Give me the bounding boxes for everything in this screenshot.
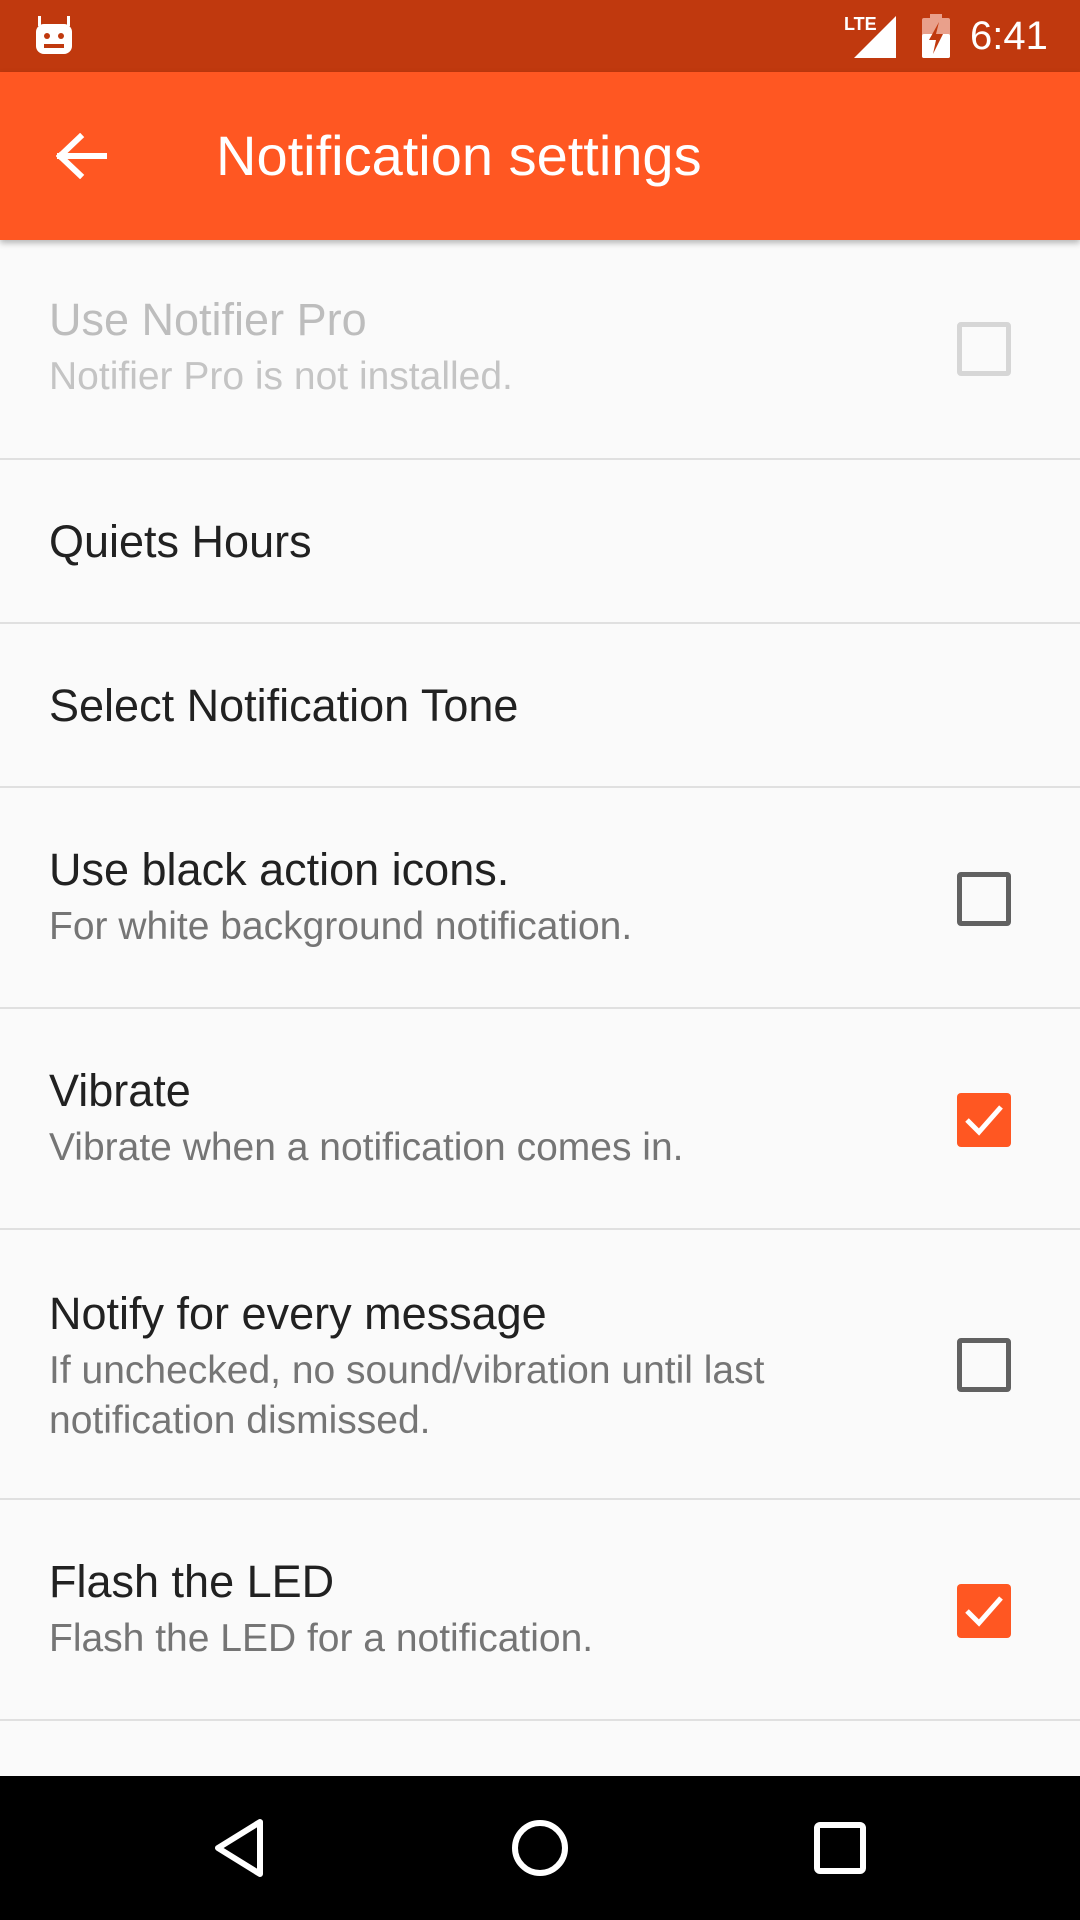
setting-title: Notify for every message [49,1288,547,1339]
setting-title: Use black action icons. [49,844,510,895]
setting-summary: For white background notification. [49,905,633,948]
setting-text: Select Notification Tone [49,678,518,734]
setting-notify-every-message[interactable]: Notify for every message If unchecked, n… [0,1230,1080,1500]
setting-summary-line: If unchecked, no sound/vibration until l… [49,1349,765,1392]
setting-text: Vibrate Vibrate when a notification come… [49,1063,683,1173]
check-icon [965,1105,1003,1136]
setting-title: Flash the LED [49,1556,335,1607]
setting-title: Use Notifier Pro [49,294,367,345]
home-circle-icon [512,1820,568,1876]
setting-summary: Vibrate when a notification comes in. [49,1126,684,1169]
nav-recents-button[interactable] [800,1808,880,1888]
flash-led-checkbox[interactable] [957,1584,1011,1638]
app-notification-icon [36,16,72,54]
setting-black-action-icons[interactable]: Use black action icons. For white backgr… [0,788,1080,1009]
back-button[interactable] [44,118,120,194]
page-title: Notification settings [216,124,702,187]
arrow-back-icon [56,133,107,179]
lte-signal-icon: LTE [844,14,896,58]
battery-charging-icon [922,14,950,58]
notifier-pro-checkbox[interactable] [957,322,1011,376]
setting-title: Vibrate [49,1065,191,1116]
black-icons-checkbox[interactable] [957,872,1011,926]
setting-summary: Flash the LED for a notification. [49,1617,594,1660]
setting-use-notifier-pro[interactable]: Use Notifier Pro Notifier Pro is not ins… [0,240,1080,460]
notify-every-message-checkbox[interactable] [957,1338,1011,1392]
setting-summary: If unchecked, no sound/vibration until l… [49,1346,764,1446]
setting-title: Select Notification Tone [49,680,519,731]
svg-text:LTE: LTE [844,14,877,34]
setting-text: Flash the LED Flash the LED for a notifi… [49,1554,593,1664]
settings-list: Use Notifier Pro Notifier Pro is not ins… [0,240,1080,1721]
vibrate-checkbox[interactable] [957,1093,1011,1147]
nav-back-button[interactable] [200,1808,280,1888]
back-triangle-icon [215,1819,263,1877]
setting-quiet-hours[interactable]: Quiets Hours [0,460,1080,624]
setting-title: Quiets Hours [49,516,312,567]
setting-summary-line: notification dismissed. [49,1399,431,1442]
setting-text: Use Notifier Pro Notifier Pro is not ins… [49,292,513,402]
status-clock: 6:41 [970,14,1048,58]
recents-square-icon [814,1822,866,1874]
setting-flash-led[interactable]: Flash the LED Flash the LED for a notifi… [0,1500,1080,1721]
setting-vibrate[interactable]: Vibrate Vibrate when a notification come… [0,1009,1080,1230]
check-icon [965,1596,1003,1627]
navigation-bar [0,1776,1080,1920]
setting-text: Use black action icons. For white backgr… [49,842,632,952]
app-bar: Notification settings [0,72,1080,240]
setting-text: Notify for every message If unchecked, n… [49,1286,764,1446]
setting-text: Quiets Hours [49,514,312,570]
setting-notification-tone[interactable]: Select Notification Tone [0,624,1080,788]
nav-home-button[interactable] [500,1808,580,1888]
status-bar: LTE 6:41 [0,0,1080,72]
setting-summary: Notifier Pro is not installed. [49,355,513,398]
